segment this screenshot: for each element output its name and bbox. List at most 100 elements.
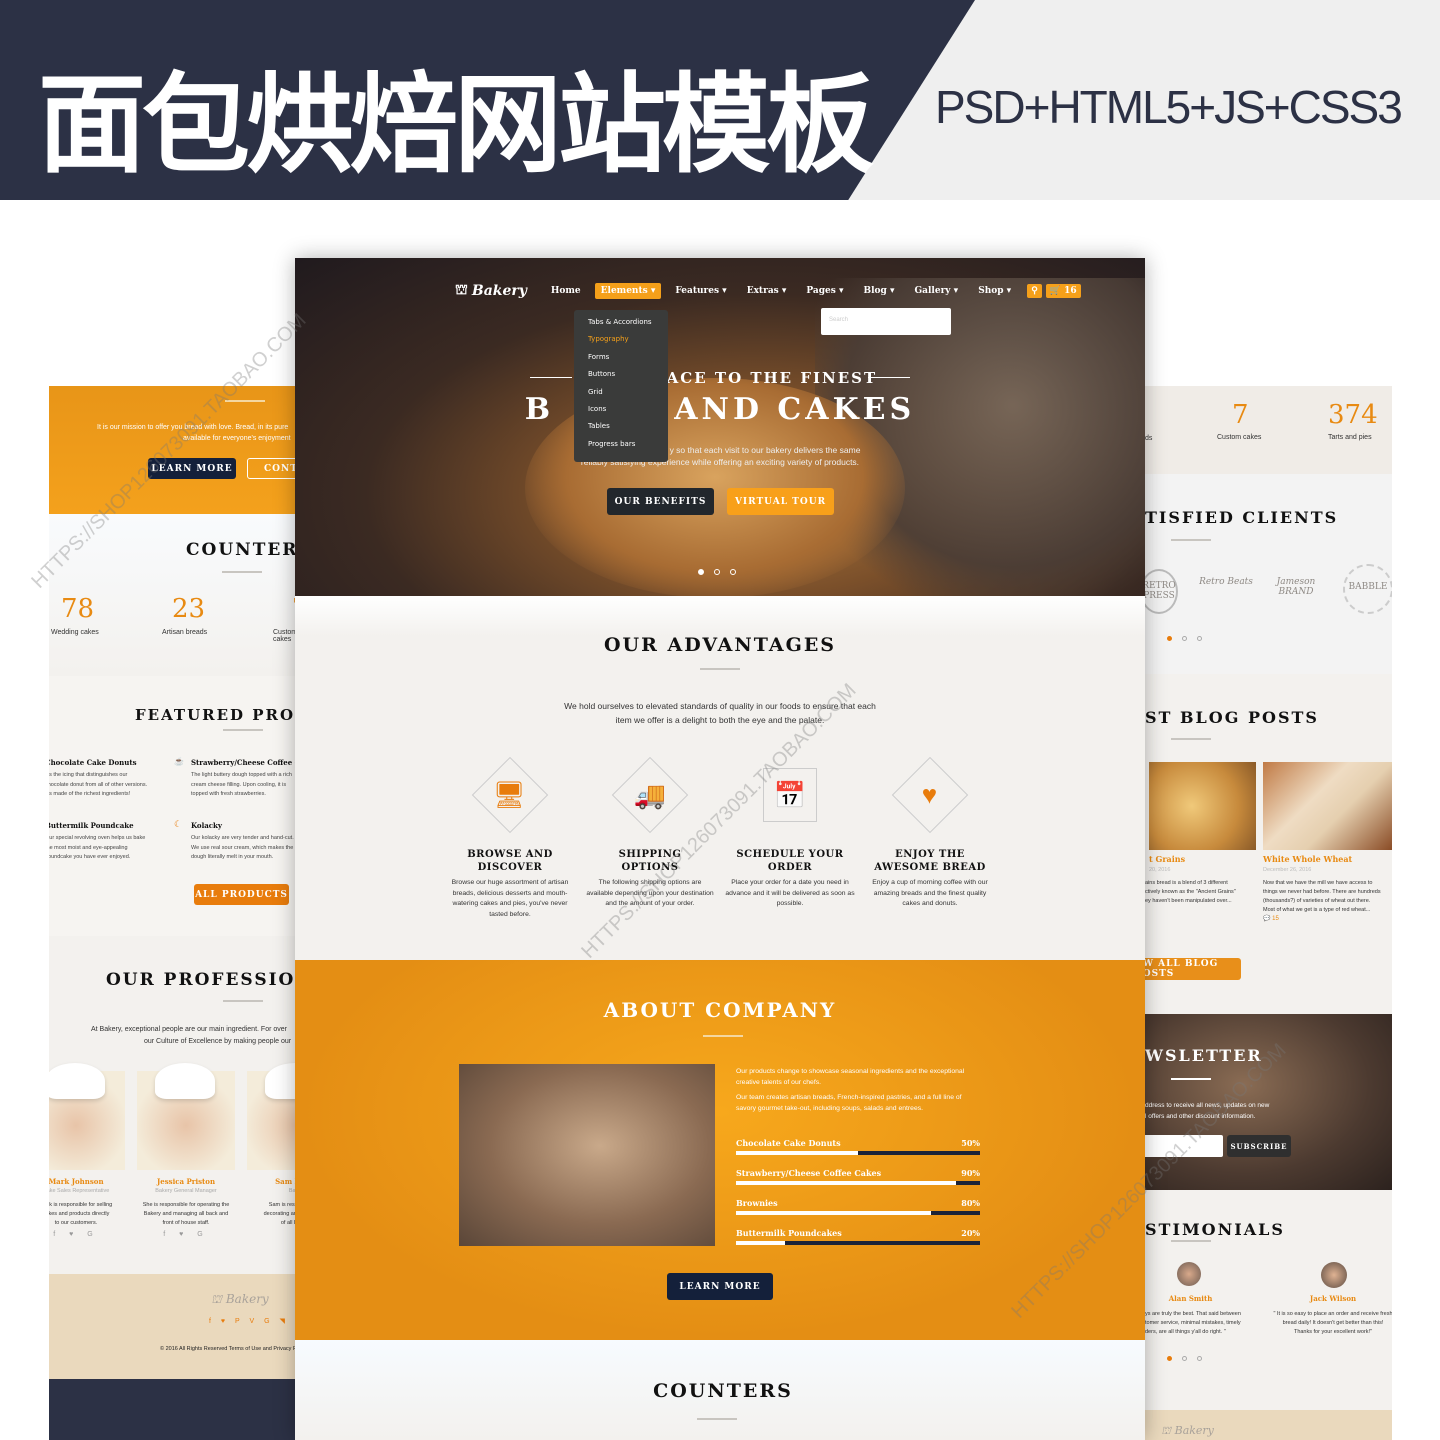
- blog-post-title[interactable]: t Grains: [1149, 854, 1185, 864]
- dropdown-item[interactable]: Forms: [588, 353, 668, 370]
- divider: [223, 729, 263, 731]
- search-button[interactable]: ⚲: [1027, 284, 1042, 298]
- dropdown-item[interactable]: Icons: [588, 405, 668, 422]
- advantages-title: OUR ADVANTAGES: [603, 634, 837, 656]
- site-logo[interactable]: ⛫ Bakery: [455, 282, 527, 300]
- pagination-dot[interactable]: [1182, 1356, 1187, 1361]
- about-text: Our products change to showcase seasonal…: [736, 1068, 965, 1112]
- product-item[interactable]: Strawberry/Cheese Coffee Cake The light …: [191, 758, 295, 800]
- footer-logo[interactable]: ⛫ Bakery: [1161, 1424, 1214, 1439]
- all-products-button[interactable]: ALL PRODUCTS: [194, 884, 289, 905]
- progress-fill: [736, 1181, 956, 1185]
- bread-basket-icon: ⛫: [455, 282, 468, 298]
- blog-image[interactable]: [1263, 762, 1392, 850]
- counters-title: COUNTERS: [186, 540, 295, 560]
- social-icons[interactable]: f ♥ G: [49, 1231, 125, 1238]
- contact-button[interactable]: CONTACT: [247, 458, 295, 479]
- social-icons[interactable]: f ♥ G: [137, 1231, 235, 1238]
- progress-percent: 90%: [961, 1168, 980, 1178]
- dropdown-item[interactable]: Tabs & Accordions: [588, 318, 668, 335]
- nav-item-extras[interactable]: Extras ▾: [741, 283, 793, 299]
- nav-item-shop[interactable]: Shop ▾: [972, 283, 1017, 299]
- divider: [700, 668, 740, 670]
- newsletter-section: WSLETTER ddress to receive all news, upd…: [1145, 1014, 1392, 1190]
- pagination-dot[interactable]: [1167, 636, 1172, 641]
- dropdown-item[interactable]: Buttons: [588, 370, 668, 387]
- divider: [1171, 1078, 1211, 1080]
- slider-dot[interactable]: [730, 569, 736, 575]
- dropdown-item[interactable]: Grid: [588, 388, 668, 405]
- nav-item-blog[interactable]: Blog ▾: [858, 283, 901, 299]
- main-nav: ⛫ Bakery Home Elements ▾ Features ▾ Extr…: [455, 282, 1081, 300]
- subscribe-button[interactable]: SUBSCRIBE: [1227, 1135, 1291, 1157]
- progress-fill: [736, 1241, 785, 1245]
- elements-dropdown-menu: Tabs & Accordions Typography Forms Butto…: [574, 310, 668, 462]
- hero-title: BS AND CAKES: [524, 392, 916, 427]
- nav-item-gallery[interactable]: Gallery ▾: [908, 283, 964, 299]
- search-input[interactable]: Search: [821, 308, 951, 335]
- bread-basket-icon: ⛫: [211, 1292, 226, 1306]
- client-logo[interactable]: Retro Beats: [1197, 577, 1255, 587]
- pagination-dot[interactable]: [1182, 636, 1187, 641]
- blog-post-date: 20, 2016: [1149, 867, 1171, 873]
- comments-count[interactable]: 💬 15: [1263, 915, 1279, 922]
- slider-dot[interactable]: [698, 569, 704, 575]
- advantage-item: ♥ ENJOY THE AWESOME BREAD Enjoy a cup of …: [865, 756, 995, 920]
- footer-logo[interactable]: ⛫ Bakery: [211, 1292, 269, 1308]
- client-logo[interactable]: BABBLE: [1343, 564, 1392, 614]
- learn-more-button[interactable]: LEARN MORE: [148, 458, 236, 479]
- product-item[interactable]: Chocolate Cake Donuts It's the icing tha…: [49, 758, 165, 800]
- team-name[interactable]: Mark Johnson: [49, 1177, 125, 1186]
- clients-pagination[interactable]: [1167, 636, 1202, 641]
- progress-percent: 20%: [961, 1228, 980, 1238]
- learn-more-button[interactable]: LEARN MORE: [667, 1273, 773, 1300]
- blog-image[interactable]: [1149, 762, 1256, 850]
- team-name[interactable]: Jessica Priston: [137, 1177, 235, 1186]
- monitor-icon: 🖥: [493, 779, 527, 810]
- blog-post-title[interactable]: White Whole Wheat: [1263, 854, 1352, 864]
- virtual-tour-button[interactable]: VIRTUAL TOUR: [727, 488, 834, 515]
- dropdown-item-active[interactable]: Typography: [588, 335, 668, 352]
- product-item[interactable]: Kolacky Our kolacky are very tender and …: [191, 821, 295, 863]
- newsletter-email-input[interactable]: [1145, 1135, 1223, 1157]
- client-logo[interactable]: Jameson BRAND: [1267, 577, 1325, 597]
- testimonial-name: Jack Wilson: [1309, 1294, 1357, 1303]
- view-all-blog-posts-button[interactable]: EW ALL BLOG POSTS: [1145, 958, 1241, 980]
- testimonials-pagination[interactable]: [1167, 1356, 1202, 1361]
- divider: [225, 400, 265, 402]
- pagination-dot[interactable]: [1167, 1356, 1172, 1361]
- slider-dot[interactable]: [714, 569, 720, 575]
- cart-button[interactable]: 🛒 16: [1045, 284, 1081, 298]
- nav-item-home[interactable]: Home: [545, 283, 587, 299]
- product-text: The light buttery dough topped with a ri…: [191, 772, 292, 797]
- nav-item-pages[interactable]: Pages ▾: [800, 283, 849, 299]
- team-photo: [137, 1063, 235, 1170]
- pagination-dot[interactable]: [1197, 636, 1202, 641]
- dropdown-item[interactable]: Progress bars: [588, 440, 668, 457]
- client-logo[interactable]: RETRO PRESS: [1145, 569, 1178, 614]
- counters-section: ds 7 Custom cakes 374 Tarts and pies: [1145, 386, 1392, 474]
- footer: ⛫ Bakery: [1145, 1410, 1392, 1440]
- clients-title: TISFIED CLIENTS: [1145, 508, 1339, 527]
- our-benefits-button[interactable]: OUR BENEFITS: [607, 488, 714, 515]
- counter-value: 374: [1328, 400, 1378, 430]
- featured-products-section: FEATURED PRODUCTS Chocolate Cake Donuts …: [49, 676, 295, 936]
- footer-social-icons[interactable]: f ♥ P V G ◥: [209, 1317, 289, 1325]
- progress-percent: 50%: [961, 1138, 980, 1148]
- about-company-section: ABOUT COMPANY Our products change to sho…: [295, 960, 1145, 1340]
- counter-label: Artisan breads: [162, 629, 208, 636]
- dropdown-item[interactable]: Tables: [588, 422, 668, 439]
- footer: ⛫ Bakery f ♥ P V G ◥ © 2016 All Rights R…: [49, 1274, 295, 1379]
- product-item[interactable]: Buttermilk Poundcake Our special revolvi…: [49, 821, 165, 863]
- search-icon: ⚲: [1031, 286, 1038, 296]
- product-title: Buttermilk Poundcake: [49, 821, 134, 830]
- nav-item-elements[interactable]: Elements ▾: [594, 283, 662, 299]
- mission-text-2: available for everyone's enjoyment: [183, 435, 291, 442]
- pagination-dot[interactable]: [1197, 1356, 1202, 1361]
- divider: [697, 1418, 737, 1420]
- nav-item-features[interactable]: Features ▾: [669, 283, 732, 299]
- team-name[interactable]: Sam Kross: [247, 1177, 295, 1186]
- right-preview-panel: ds 7 Custom cakes 374 Tarts and pies TIS…: [1145, 386, 1392, 1440]
- hero-slider-dots[interactable]: [698, 569, 736, 575]
- product-title: Strawberry/Cheese Coffee Cake: [191, 758, 295, 767]
